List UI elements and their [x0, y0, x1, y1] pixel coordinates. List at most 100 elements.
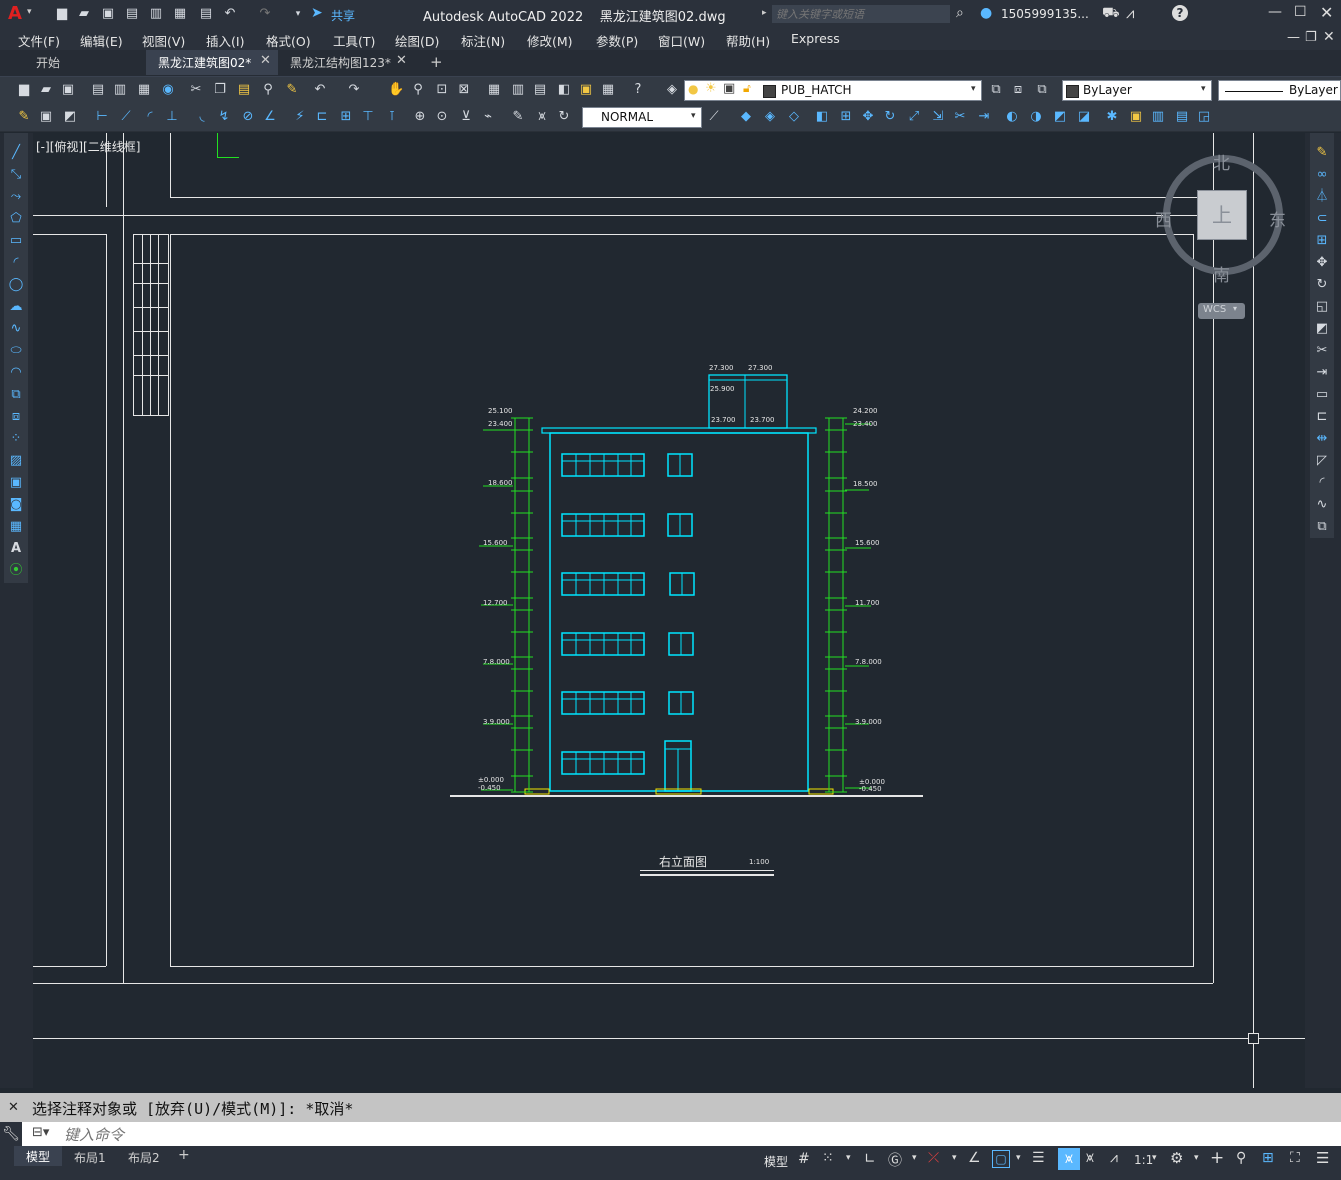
break-icon[interactable]: ⊏: [1314, 409, 1330, 425]
markup-icon[interactable]: ▣: [578, 82, 594, 98]
command-input[interactable]: [62, 1123, 1336, 1146]
spline-icon[interactable]: ∿: [8, 321, 24, 337]
osnap-tracking-icon[interactable]: ∠: [968, 1150, 981, 1166]
explode-icon[interactable]: ⧉: [1314, 519, 1330, 535]
undo-icon[interactable]: ↶: [312, 82, 328, 98]
dim-space-icon[interactable]: ⊤: [360, 109, 376, 125]
jogged-icon[interactable]: ↯: [216, 109, 232, 125]
auto-scale-icon[interactable]: ⩙: [1086, 1150, 1094, 1166]
model-space-button[interactable]: 模型: [764, 1153, 788, 1170]
search-icon[interactable]: ⌕: [956, 5, 964, 21]
search-input[interactable]: [772, 5, 950, 23]
mirror-icon[interactable]: ⏃: [1314, 189, 1330, 205]
cart-icon[interactable]: ⛟: [1102, 5, 1120, 23]
doc-restore-icon[interactable]: ❐: [1305, 30, 1317, 45]
dim-style-dropdown[interactable]: NORMAL ▾: [582, 107, 702, 128]
workspace-gear-icon[interactable]: ⚙: [1170, 1149, 1183, 1167]
search-expand-icon[interactable]: ▸: [762, 8, 767, 18]
menu-express[interactable]: Express: [791, 31, 840, 46]
circle-icon[interactable]: ◯: [8, 277, 24, 293]
baseline-icon[interactable]: ⊏: [314, 109, 330, 125]
annotation-scale-icon[interactable]: ⩘: [1110, 1150, 1118, 1166]
menu-format[interactable]: 格式(O): [266, 31, 311, 50]
copy-icon[interactable]: ∞: [1314, 167, 1330, 183]
rotate-icon[interactable]: ↻: [1314, 277, 1330, 293]
layout-tab-layout2[interactable]: 布局2: [128, 1149, 160, 1166]
dim-update-icon[interactable]: ↻: [556, 109, 572, 125]
insert-block-icon[interactable]: ⧉: [8, 387, 24, 403]
ellipse-arc-icon[interactable]: ◠: [8, 365, 24, 381]
polar-icon[interactable]: Ⓖ: [888, 1150, 902, 1170]
chevron-down-icon[interactable]: ▾: [1016, 1153, 1021, 1163]
share-icon[interactable]: ➤: [311, 5, 323, 21]
menu-insert[interactable]: 插入(I): [206, 31, 244, 50]
attribute-icon[interactable]: ▣: [38, 109, 54, 125]
open-file-icon[interactable]: ▰: [76, 6, 92, 22]
layer-state-icon[interactable]: ⧉: [1034, 82, 1050, 98]
viewcube-north[interactable]: 北: [1213, 149, 1230, 174]
dim-break-icon[interactable]: ⊺: [384, 109, 400, 125]
break-icon[interactable]: ◐: [1004, 109, 1020, 125]
line-icon[interactable]: ╱: [8, 145, 24, 161]
app-menu-arrow-icon[interactable]: ▾: [27, 7, 32, 17]
autocad-logo-icon[interactable]: A: [8, 3, 22, 24]
ellipse-icon[interactable]: ⬭: [8, 343, 24, 359]
diameter-icon[interactable]: ⊘: [240, 109, 256, 125]
viewport-controls-label[interactable]: [-][俯视][二维线框]: [36, 138, 140, 155]
center-mark-icon[interactable]: ⊙: [434, 109, 450, 125]
undo-icon[interactable]: ↶: [222, 6, 238, 22]
chevron-down-icon[interactable]: ▾: [1152, 1153, 1157, 1163]
new-tab-icon[interactable]: +: [430, 53, 443, 71]
ungroup-icon[interactable]: ▥: [1150, 109, 1166, 125]
menu-file[interactable]: 文件(F): [18, 31, 60, 50]
move-icon[interactable]: ✥: [860, 109, 876, 125]
3d-dwf-icon[interactable]: ◉: [160, 82, 176, 98]
gradient-icon[interactable]: ▣: [8, 475, 24, 491]
point-icon[interactable]: ⁘: [8, 431, 24, 447]
erase-icon[interactable]: ✎: [1314, 145, 1330, 161]
publish-icon[interactable]: ▦: [172, 6, 188, 22]
layout-tab-layout1[interactable]: 布局1: [74, 1149, 106, 1166]
offset-icon[interactable]: ⊂: [1314, 211, 1330, 227]
add-selected-icon[interactable]: ⦿: [8, 563, 24, 579]
arc-icon[interactable]: ◜: [8, 255, 24, 271]
minimize-icon[interactable]: —: [1268, 4, 1282, 20]
continue-icon[interactable]: ⊞: [338, 109, 354, 125]
region-icon[interactable]: ◙: [8, 497, 24, 513]
calculator-icon[interactable]: ▦: [600, 82, 616, 98]
help-icon[interactable]: ?: [1172, 5, 1188, 21]
menu-draw[interactable]: 绘图(D): [395, 31, 439, 50]
viewcube-face[interactable]: 上: [1197, 190, 1247, 240]
linetype-dropdown[interactable]: ByLayer: [1218, 80, 1341, 101]
dim-style-icon[interactable]: ⟋: [706, 109, 722, 125]
trim-icon[interactable]: ✂: [952, 109, 968, 125]
isodraft-icon[interactable]: ⤫: [928, 1150, 939, 1166]
save-icon[interactable]: ▣: [100, 6, 116, 22]
group-select-icon[interactable]: ◲: [1196, 109, 1212, 125]
trim-icon[interactable]: ✂: [1314, 343, 1330, 359]
layer-previous-icon[interactable]: ⧈: [1010, 82, 1026, 98]
design-center-icon[interactable]: ▥: [510, 82, 526, 98]
customization-icon[interactable]: ☰: [1316, 1149, 1329, 1167]
tab-drawing-02[interactable]: 黑龙江建筑图02* ✕: [146, 50, 278, 75]
polyline-icon[interactable]: ⤳: [8, 189, 24, 205]
wrench-icon[interactable]: 🔧︎: [0, 1122, 22, 1146]
tool-palettes-icon[interactable]: ▤: [532, 82, 548, 98]
ordinate-icon[interactable]: ⊥: [164, 109, 180, 125]
tab-structure-123[interactable]: 黑龙江结构图123* ✕: [280, 50, 416, 75]
autodesk-app-icon[interactable]: ⩘: [1126, 4, 1134, 22]
open-icon[interactable]: ▰: [38, 82, 54, 98]
group-icon[interactable]: ▣: [1128, 109, 1144, 125]
array-icon[interactable]: ⊞: [838, 109, 854, 125]
copy-icon[interactable]: ❐: [212, 82, 228, 98]
properties-icon[interactable]: ▦: [486, 82, 502, 98]
extend-icon[interactable]: ⇥: [976, 109, 992, 125]
tab-close-icon[interactable]: ✕: [396, 53, 407, 68]
tab-start[interactable]: 开始: [22, 50, 142, 75]
menu-help[interactable]: 帮助(H): [726, 31, 770, 50]
fillet-icon[interactable]: ◜: [1314, 475, 1330, 491]
viewcube-west[interactable]: 西: [1155, 206, 1172, 231]
edit-icon[interactable]: ✎: [16, 109, 32, 125]
radius-icon[interactable]: ◟: [194, 109, 210, 125]
sheet-set-icon[interactable]: ◧: [556, 82, 572, 98]
